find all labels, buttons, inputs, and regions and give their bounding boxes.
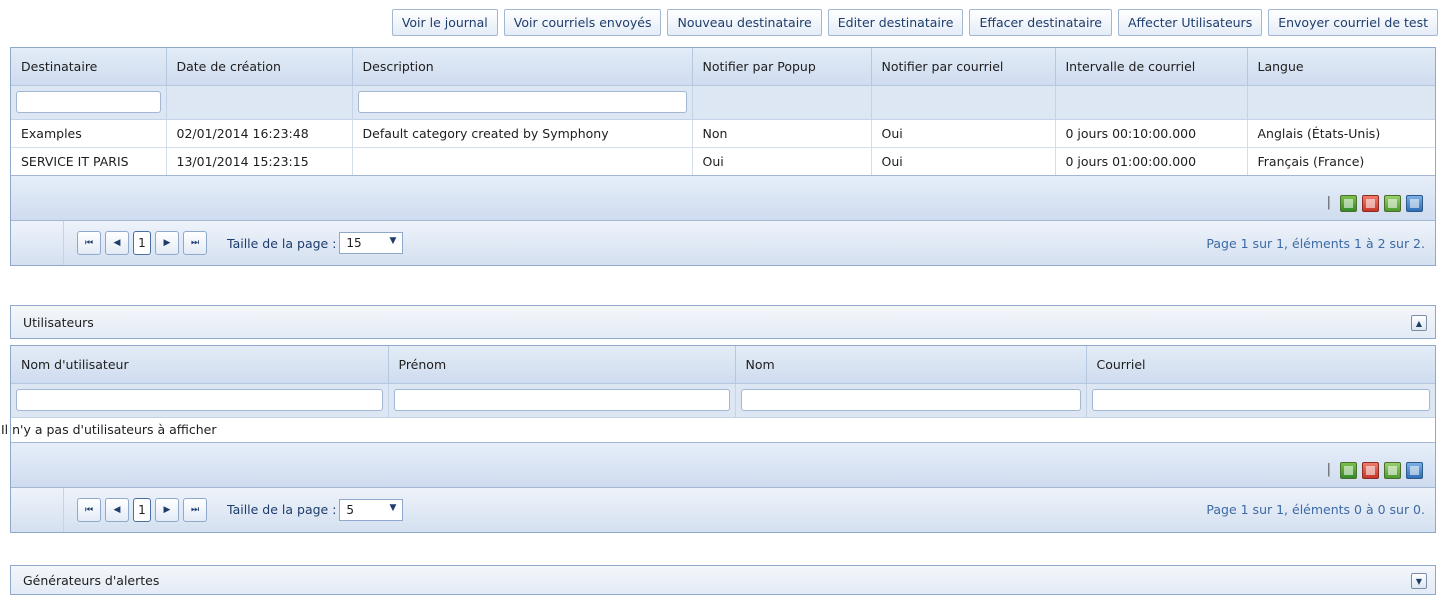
prev-page-icon[interactable]: ◀ [105, 231, 129, 255]
current-page-number[interactable]: 1 [133, 231, 151, 255]
next-page-icon[interactable]: ▶ [155, 231, 179, 255]
cell-email-interval: 0 jours 00:10:00.000 [1055, 119, 1248, 147]
users-grid: Nom d'utilisateur Prénom Nom Courriel Il… [1, 345, 1436, 533]
chevron-down-icon: ▼ [389, 236, 397, 246]
page-size-label: Taille de la page : [227, 502, 337, 517]
pager-info: Page 1 sur 1, éléments 0 à 0 sur 0. [1206, 502, 1425, 517]
last-page-icon[interactable]: ⏭ [183, 231, 207, 255]
column-header-language[interactable]: Langue [1247, 48, 1435, 86]
export-excel-icon[interactable] [1340, 461, 1357, 479]
cell-language: Français (France) [1247, 146, 1435, 175]
table-row[interactable]: Examples 02/01/2014 16:23:48 Default cat… [11, 119, 1435, 147]
pager: ⏮ ◀ 1 ▶ ⏭ Taille de la page : 5 ▼ Page 1… [11, 486, 1435, 532]
cell-created-date: 02/01/2014 16:23:48 [166, 119, 353, 147]
description-filter-input[interactable] [357, 91, 687, 113]
users-panel-title: Utilisateurs [23, 314, 94, 330]
cell-notify-popup: Non [692, 119, 872, 147]
filter-row [11, 85, 1435, 120]
header-row: Destinataire Date de création Descriptio… [11, 48, 1435, 86]
column-header-last-name[interactable]: Nom [735, 346, 1087, 384]
column-header-created-date[interactable]: Date de création [166, 48, 353, 86]
cell-notify-email: Oui [871, 146, 1056, 175]
cell-notify-popup: Oui [692, 146, 872, 175]
export-rtf-icon[interactable] [1406, 461, 1423, 479]
column-header-username[interactable]: Nom d'utilisateur [11, 346, 389, 384]
edit-recipient-button[interactable]: Editer destinataire [827, 9, 964, 36]
table-row[interactable]: SERVICE IT PARIS 13/01/2014 15:23:15 Oui… [11, 146, 1435, 175]
export-pdf-icon[interactable] [1362, 195, 1379, 212]
recipients-grid: Destinataire Date de création Descriptio… [10, 47, 1436, 266]
delete-recipient-button[interactable]: Effacer destinataire [969, 9, 1112, 36]
current-page-number[interactable]: 1 [133, 497, 151, 522]
filter-row [11, 383, 1435, 418]
page-size-value: 15 [346, 236, 362, 250]
send-test-email-button[interactable]: Envoyer courriel de test [1268, 9, 1438, 36]
view-sent-emails-button[interactable]: Voir courriels envoyés [503, 9, 662, 36]
export-excel-icon[interactable] [1340, 195, 1357, 212]
view-log-button[interactable]: Voir le journal [391, 9, 498, 36]
export-bar: | [11, 441, 1435, 487]
column-header-first-name[interactable]: Prénom [388, 346, 736, 384]
export-csv-icon[interactable] [1384, 461, 1401, 479]
recipient-filter-input[interactable] [16, 91, 161, 113]
export-bar: | [11, 175, 1435, 220]
prev-page-icon[interactable]: ◀ [105, 497, 129, 522]
assign-users-button[interactable]: Affecter Utilisateurs [1117, 9, 1263, 36]
first-page-icon[interactable]: ⏮ [77, 231, 101, 255]
last-name-filter-input[interactable] [740, 389, 1081, 411]
cell-email-interval: 0 jours 01:00:00.000 [1055, 146, 1248, 175]
email-filter-input[interactable] [1091, 389, 1430, 411]
export-separator: | [1326, 461, 1331, 477]
column-header-email-interval[interactable]: Intervalle de courriel [1055, 48, 1248, 86]
cell-notify-email: Oui [871, 119, 1056, 147]
empty-message: Il n'y a pas d'utilisateurs à afficher [1, 421, 217, 437]
first-name-filter-input[interactable] [393, 389, 730, 411]
export-rtf-icon[interactable] [1406, 195, 1423, 212]
cell-description: Default category created by Symphony [352, 119, 693, 147]
export-separator: | [1326, 195, 1331, 210]
new-recipient-button[interactable]: Nouveau destinataire [667, 9, 822, 36]
column-header-description[interactable]: Description [352, 48, 693, 86]
export-csv-icon[interactable] [1384, 195, 1401, 212]
username-filter-input[interactable] [16, 389, 383, 411]
page-size-select[interactable]: 5 ▼ [339, 498, 404, 521]
collapse-up-icon[interactable]: ▲ [1411, 315, 1427, 331]
cell-recipient: Examples [11, 119, 167, 147]
page-size-label: Taille de la page : [227, 235, 337, 251]
first-page-icon[interactable]: ⏮ [77, 497, 101, 522]
toolbar: Voir le journal Voir courriels envoyés N… [180, 9, 1438, 37]
cell-recipient: SERVICE IT PARIS [11, 146, 167, 175]
next-page-icon[interactable]: ▶ [155, 497, 179, 522]
column-header-notify-popup[interactable]: Notifier par Popup [692, 48, 872, 86]
alert-generators-panel-header[interactable]: Générateurs d'alertes ▼ [10, 565, 1436, 595]
cell-language: Anglais (États-Unis) [1257, 125, 1381, 141]
last-page-icon[interactable]: ⏭ [183, 497, 207, 522]
chevron-down-icon: ▼ [389, 502, 397, 513]
page-size-select[interactable]: 15 ▼ [339, 232, 404, 254]
column-header-notify-email[interactable]: Notifier par courriel [871, 48, 1056, 86]
pager: ⏮ ◀ 1 ▶ ⏭ Taille de la page : 15 ▼ Page … [11, 220, 1435, 265]
alert-generators-panel-title: Générateurs d'alertes [23, 572, 160, 588]
page-size-value: 5 [346, 502, 355, 517]
column-header-recipient[interactable]: Destinataire [11, 48, 167, 86]
cell-created-date: 13/01/2014 15:23:15 [166, 146, 353, 175]
users-panel-header[interactable]: Utilisateurs ▲ [10, 305, 1436, 339]
cell-description [352, 146, 693, 175]
header-row: Nom d'utilisateur Prénom Nom Courriel [11, 346, 1435, 384]
export-pdf-icon[interactable] [1362, 461, 1379, 479]
column-header-email[interactable]: Courriel [1086, 346, 1435, 384]
expand-down-icon[interactable]: ▼ [1411, 573, 1427, 589]
pager-info: Page 1 sur 1, éléments 1 à 2 sur 2. [1206, 235, 1425, 251]
